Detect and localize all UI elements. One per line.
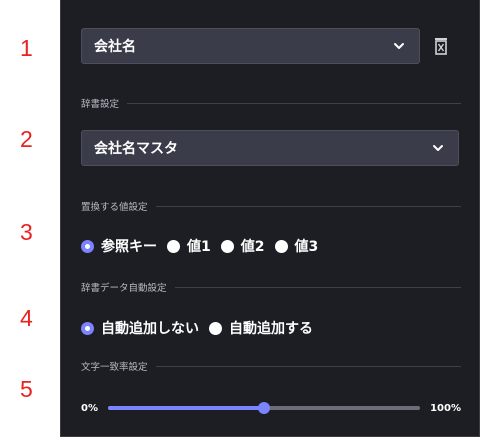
match-rate-section-label: 文字一致率設定 — [81, 362, 148, 373]
radio-selected-icon — [81, 321, 94, 335]
radio-unselected-icon — [220, 239, 234, 253]
radio-reference-key[interactable]: 参照キー — [81, 236, 157, 256]
radio-selected-icon — [81, 239, 94, 253]
replace-value-radio-group: 参照キー 値1 値2 値3 — [81, 236, 328, 256]
step-number-4: 4 — [20, 305, 33, 331]
match-rate-slider: 0% 100% — [81, 401, 461, 415]
chevron-down-icon — [433, 145, 443, 151]
dictionary-select[interactable]: 会社名マスタ — [81, 130, 459, 166]
radio-label: 値1 — [187, 239, 211, 255]
radio-value-1[interactable]: 値1 — [167, 236, 211, 256]
radio-unselected-icon — [274, 239, 288, 253]
step-number-1: 1 — [20, 35, 33, 61]
radio-value-3[interactable]: 値3 — [274, 236, 319, 256]
slider-track[interactable] — [107, 402, 421, 414]
radio-unselected-icon — [167, 239, 180, 253]
slider-max-label: 100% — [430, 402, 461, 414]
trash-icon[interactable] — [433, 37, 449, 55]
slider-thumb[interactable] — [258, 402, 271, 414]
replace-value-section-label: 置換する値設定 — [81, 202, 148, 213]
slider-min-label: 0% — [81, 402, 98, 414]
field-select[interactable]: 会社名 — [81, 28, 420, 64]
radio-label: 自動追加する — [229, 321, 313, 337]
field-select-value: 会社名 — [94, 39, 136, 55]
radio-label: 値3 — [294, 239, 319, 255]
divider — [155, 205, 461, 207]
divider — [127, 102, 461, 104]
divider — [155, 365, 461, 367]
radio-no-auto-add[interactable]: 自動追加しない — [81, 318, 199, 338]
divider — [174, 286, 461, 288]
radio-unselected-icon — [209, 321, 222, 335]
dictionary-select-value: 会社名マスタ — [94, 141, 178, 157]
radio-label: 値2 — [240, 239, 265, 255]
auto-add-radio-group: 自動追加しない 自動追加する — [81, 318, 323, 338]
match-rate-section: 文字一致率設定 — [81, 359, 461, 373]
auto-add-section: 辞書データ自動設定 — [81, 280, 461, 294]
step-number-5: 5 — [20, 376, 33, 402]
radio-label: 自動追加しない — [101, 321, 199, 337]
radio-value-2[interactable]: 値2 — [220, 236, 265, 256]
step-number-3: 3 — [20, 219, 33, 245]
dictionary-section-label: 辞書設定 — [81, 99, 120, 110]
replace-value-section: 置換する値設定 — [81, 199, 461, 213]
slider-fill — [107, 406, 265, 410]
step-number-2: 2 — [20, 126, 33, 152]
radio-auto-add[interactable]: 自動追加する — [209, 318, 313, 338]
settings-panel: 会社名 辞書設定 会社名マスタ 置換する値設定 参照キー 値1 値2 値3 辞書… — [60, 0, 480, 437]
chevron-down-icon — [394, 43, 404, 49]
dictionary-section: 辞書設定 — [81, 96, 461, 110]
auto-add-section-label: 辞書データ自動設定 — [81, 283, 167, 294]
radio-label: 参照キー — [101, 239, 157, 255]
